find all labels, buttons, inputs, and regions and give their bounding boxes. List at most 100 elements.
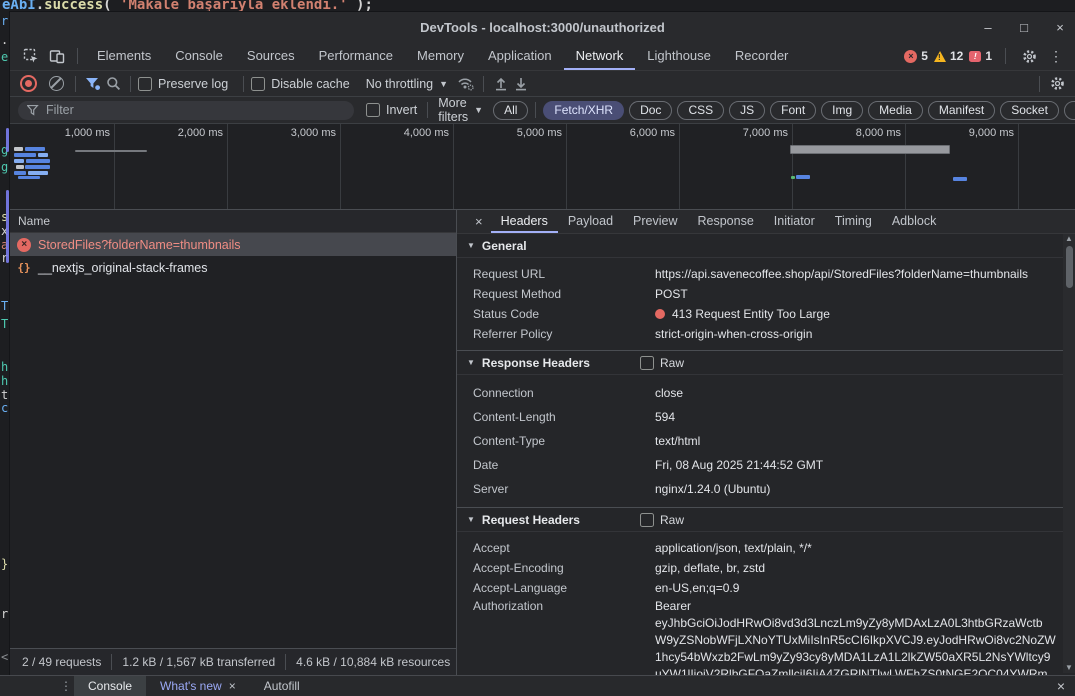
console-errors-badge[interactable]: ×5 (904, 49, 928, 63)
tab-lighthouse[interactable]: Lighthouse (635, 42, 723, 70)
more-filters-dropdown[interactable]: More filters▼ (438, 96, 483, 124)
details-tab-response[interactable]: Response (688, 210, 764, 233)
invert-checkbox[interactable] (366, 103, 380, 117)
export-har-icon[interactable] (511, 75, 531, 93)
editor-scroll-mark (6, 190, 9, 263)
minimize-button[interactable]: – (981, 20, 995, 35)
network-settings-gear-icon[interactable] (1047, 75, 1067, 93)
requests-pane: Name × StoredFiles?folderName=thumbnails… (10, 210, 457, 675)
tab-network[interactable]: Network (564, 42, 636, 70)
details-tab-initiator[interactable]: Initiator (764, 210, 825, 233)
tab-sources[interactable]: Sources (235, 42, 307, 70)
record-network-log-button[interactable] (20, 75, 37, 92)
details-tab-adblock[interactable]: Adblock (882, 210, 946, 233)
network-toolbar: Preserve log Disable cache No throttling… (10, 71, 1075, 97)
tab-elements[interactable]: Elements (85, 42, 163, 70)
header-row: Acceptapplication/json, text/plain, */* (457, 538, 1063, 558)
details-scrollbar[interactable]: ▲ ▼ (1063, 234, 1075, 673)
tab-application[interactable]: Application (476, 42, 564, 70)
header-row: DateFri, 08 Aug 2025 21:44:52 GMT (457, 453, 1063, 477)
divider (285, 654, 286, 670)
details-tab-headers[interactable]: Headers (491, 210, 558, 233)
requests-empty-area (10, 279, 456, 648)
drawer-tab-console[interactable]: Console (74, 676, 146, 696)
network-overview-timeline[interactable]: 1,000 ms 2,000 ms 3,000 ms 4,000 ms 5,00… (10, 124, 1075, 210)
details-tab-payload[interactable]: Payload (558, 210, 623, 233)
divider (1039, 76, 1040, 92)
chip-img[interactable]: Img (821, 101, 863, 120)
overview-selection-bar[interactable] (790, 145, 950, 154)
clear-network-log-button[interactable] (49, 76, 64, 91)
triangle-down-icon: ▼ (467, 515, 475, 524)
close-button[interactable]: × (1053, 20, 1067, 35)
chip-doc[interactable]: Doc (629, 101, 672, 120)
inspect-element-icon[interactable] (18, 45, 44, 67)
request-row-storedfiles[interactable]: × StoredFiles?folderName=thumbnails (10, 233, 456, 256)
chip-socket[interactable]: Socket (1000, 101, 1059, 120)
network-main-area: Name × StoredFiles?folderName=thumbnails… (10, 210, 1075, 675)
waterfall-bar (25, 165, 50, 169)
window-title: DevTools - localhost:3000/unauthorized (420, 20, 665, 35)
waterfall-bar (26, 159, 50, 163)
request-row-nextjs-stack-frames[interactable]: {} __nextjs_original-stack-frames (10, 256, 456, 279)
drawer-menu-icon[interactable]: ⋮ (58, 676, 74, 696)
chip-fetch-xhr[interactable]: Fetch/XHR (543, 101, 624, 120)
triangle-down-icon: ▼ (467, 241, 475, 250)
drawer-tab-autofill[interactable]: Autofill (250, 676, 314, 696)
network-conditions-icon[interactable] (456, 75, 476, 93)
section-general[interactable]: ▼ General (457, 234, 1063, 258)
tab-performance[interactable]: Performance (307, 42, 405, 70)
scroll-up-icon[interactable]: ▲ (1065, 234, 1073, 244)
status-error-dot (655, 309, 665, 319)
more-options-icon[interactable]: ⋮ (1045, 48, 1067, 65)
section-response-headers[interactable]: ▼ Response Headers Raw (457, 350, 1063, 375)
chip-js[interactable]: JS (729, 101, 765, 120)
preserve-log-checkbox[interactable] (138, 77, 152, 91)
tab-recorder[interactable]: Recorder (723, 42, 800, 70)
chip-font[interactable]: Font (770, 101, 816, 120)
tab-console[interactable]: Console (163, 42, 235, 70)
response-raw-checkbox[interactable] (640, 356, 654, 370)
header-row: Request URLhttps://api.savenecoffee.shop… (457, 264, 1063, 284)
chip-media[interactable]: Media (868, 101, 923, 120)
headers-content: ▼ General Request URLhttps://api.savenec… (457, 234, 1075, 675)
request-type-chips: All Fetch/XHR Doc CSS JS Font Img Media … (493, 101, 1075, 120)
waterfall-bar (953, 177, 967, 181)
chip-wasm[interactable]: Wasm (1064, 101, 1075, 120)
search-icon[interactable] (103, 75, 123, 93)
settings-gear-icon[interactable] (1019, 47, 1039, 65)
scroll-down-icon[interactable]: ▼ (1065, 663, 1073, 673)
resources-size: 4.6 kB / 10,884 kB resources (296, 655, 450, 669)
filter-toggle-icon[interactable] (83, 75, 103, 93)
devtools-window: DevTools - localhost:3000/unauthorized –… (10, 12, 1075, 675)
chip-all[interactable]: All (493, 101, 528, 120)
close-tab-icon[interactable]: × (229, 679, 236, 693)
filter-input[interactable]: Filter (18, 101, 354, 120)
section-request-headers[interactable]: ▼ Request Headers Raw (457, 507, 1063, 532)
request-raw-checkbox[interactable] (640, 513, 654, 527)
divider (243, 76, 244, 92)
tab-memory[interactable]: Memory (405, 42, 476, 70)
scrollbar-thumb[interactable] (1066, 246, 1073, 288)
issues-badge[interactable]: !1 (969, 49, 992, 63)
disable-cache-checkbox[interactable] (251, 77, 265, 91)
chip-css[interactable]: CSS (677, 101, 724, 120)
close-details-icon[interactable]: × (467, 210, 491, 233)
network-summary-bar: 2 / 49 requests 1.2 kB / 1,567 kB transf… (10, 648, 456, 675)
device-toolbar-icon[interactable] (44, 45, 70, 67)
import-har-icon[interactable] (491, 75, 511, 93)
chip-manifest[interactable]: Manifest (928, 101, 995, 120)
details-tab-preview[interactable]: Preview (623, 210, 687, 233)
header-row: Servernginx/1.24.0 (Ubuntu) (457, 477, 1063, 501)
editor-scroll-mark (6, 128, 9, 152)
details-tab-timing[interactable]: Timing (825, 210, 882, 233)
issue-icon: ! (969, 51, 981, 62)
devtools-drawer: ⋮ Console What's new× Autofill × (0, 675, 1075, 696)
close-drawer-icon[interactable]: × (1057, 676, 1065, 696)
titlebar[interactable]: DevTools - localhost:3000/unauthorized –… (10, 12, 1075, 42)
drawer-tab-whats-new[interactable]: What's new× (146, 676, 250, 696)
console-warnings-badge[interactable]: !12 (934, 49, 963, 63)
column-header-name[interactable]: Name (10, 210, 456, 233)
throttling-dropdown[interactable]: No throttling▼ (366, 77, 448, 91)
maximize-button[interactable]: □ (1017, 20, 1031, 35)
